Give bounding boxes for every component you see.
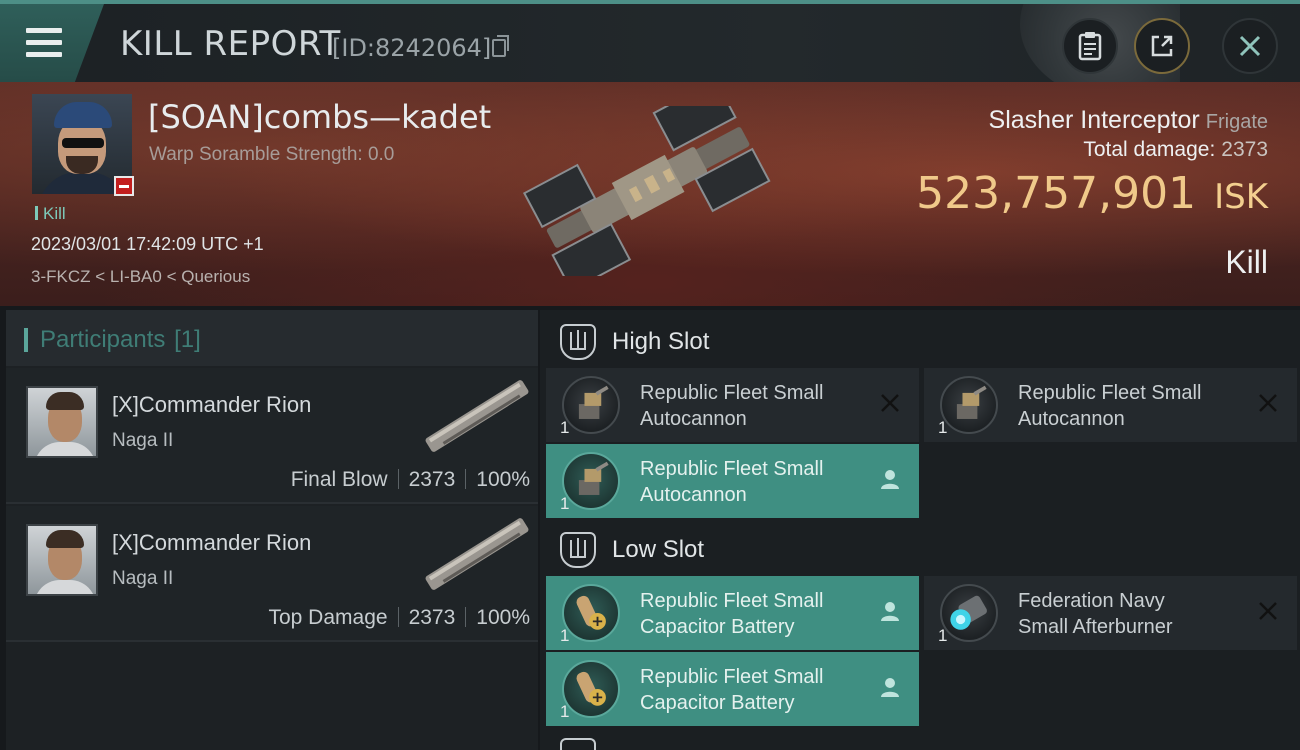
clipboard-icon <box>1078 32 1102 61</box>
capacitor-battery-icon <box>562 660 620 718</box>
participant-name: [X]Commander Rion <box>112 392 312 417</box>
hamburger-icon <box>26 28 62 64</box>
weapon-icon <box>425 518 529 590</box>
high-slot-title: High Slot <box>612 328 710 355</box>
module-quantity: 1 <box>560 702 570 721</box>
module-item[interactable]: 1 Federation Navy Small Afterburner <box>924 576 1297 650</box>
report-button[interactable] <box>1062 18 1118 74</box>
participants-count: [1] <box>174 326 201 353</box>
participant-ship: Naga II <box>112 430 174 451</box>
module-quantity: 1 <box>938 418 948 437</box>
participant-stats: Final Blow 2373 100% <box>291 468 530 492</box>
person-icon <box>881 678 899 697</box>
kill-tag: Kill <box>35 204 66 224</box>
weapon-icon <box>425 380 529 452</box>
participant-row[interactable]: [X]Commander Rion Naga II Top Damage 2373… <box>6 506 538 642</box>
close-icon <box>1239 35 1261 57</box>
module-name: Republic Fleet Small Autocannon <box>640 382 824 430</box>
high-slot-icon <box>560 324 596 360</box>
participant-role: Top Damage <box>268 606 388 629</box>
participant-stats: Top Damage 2373 100% <box>268 606 530 630</box>
isk-unit: ISK <box>1214 177 1268 217</box>
autocannon-icon <box>562 376 620 434</box>
module-quantity: 1 <box>938 626 948 645</box>
share-icon <box>1151 35 1173 57</box>
module-name: Federation Navy Small Afterburner <box>1018 590 1173 638</box>
participant-name: [X]Commander Rion <box>112 530 312 555</box>
close-icon <box>1259 394 1277 412</box>
high-slot-section: High Slot <box>540 312 1300 370</box>
module-name: Republic Fleet Small Autocannon <box>1018 382 1202 430</box>
module-item[interactable]: 1 Republic Fleet Small Autocannon <box>924 368 1297 442</box>
page-title: KILL REPORT <box>120 24 341 64</box>
low-slot-icon <box>560 532 596 568</box>
module-name: Republic Fleet Small Capacitor Battery <box>640 666 824 714</box>
module-item[interactable]: 1 Republic Fleet Small Autocannon <box>546 444 919 518</box>
close-icon <box>881 394 899 412</box>
person-icon <box>881 602 899 621</box>
participant-ship: Naga II <box>112 568 174 589</box>
participants-panel: Participants [1] [X]Commander Rion Naga … <box>6 310 538 750</box>
share-button[interactable] <box>1134 18 1190 74</box>
autocannon-icon <box>562 452 620 510</box>
person-icon <box>881 470 899 489</box>
autocannon-icon <box>940 376 998 434</box>
participants-header[interactable]: Participants [1] <box>6 310 538 366</box>
participant-damage: 2373 <box>408 606 456 629</box>
participant-percent: 100% <box>476 606 530 629</box>
kill-location[interactable]: 3-FKCZ < LI-BA0 < Querious <box>31 267 250 287</box>
module-name: Republic Fleet Small Capacitor Battery <box>640 590 824 638</box>
victim-name[interactable]: [SOAN]combs—kadet <box>148 98 491 136</box>
top-bar: KILL REPORT [ID:8242064] <box>0 0 1300 86</box>
total-damage-label: Total damage: <box>1083 138 1216 161</box>
participant-percent: 100% <box>476 468 530 491</box>
total-damage-value: 2373 <box>1221 138 1268 161</box>
isk-value: 523,757,901 ISK <box>916 168 1268 219</box>
participant-role: Final Blow <box>290 468 388 491</box>
mid-slot-icon <box>560 738 596 750</box>
module-quantity: 1 <box>560 626 570 645</box>
participant-avatar[interactable] <box>26 524 98 596</box>
module-quantity: 1 <box>560 494 570 513</box>
menu-button[interactable] <box>0 4 104 82</box>
participant-damage: 2373 <box>408 468 456 491</box>
capacitor-battery-icon <box>562 584 620 642</box>
ship-class: Frigate <box>1205 111 1268 133</box>
module-item[interactable]: 1 Republic Fleet Small Capacitor Battery <box>546 576 919 650</box>
negative-standing-icon <box>114 176 134 196</box>
kill-datetime: 2023/03/01 17:42:09 UTC +1 <box>31 234 264 254</box>
scramble-strength: Warp Soramble Strength: 0.0 <box>149 144 395 165</box>
ship-type: Slasher Interceptor <box>988 106 1200 134</box>
isk-amount: 523,757,901 <box>916 168 1197 219</box>
participant-row[interactable]: [X]Commander Rion Naga II Final Blow 2373… <box>6 368 538 504</box>
participants-label: Participants [1] <box>24 326 201 354</box>
report-id: [ID:8242064] <box>332 34 492 62</box>
module-item[interactable]: 1 Republic Fleet Small Capacitor Battery <box>546 652 919 726</box>
module-quantity: 1 <box>560 418 570 437</box>
low-slot-section: Low Slot <box>540 520 1300 578</box>
close-icon <box>1259 602 1277 620</box>
module-name: Republic Fleet Small Autocannon <box>640 458 824 506</box>
victim-banner: [SOAN]combs—kadet Warp Soramble Strength… <box>0 82 1300 306</box>
module-item[interactable]: 1 Republic Fleet Small Autocannon <box>546 368 919 442</box>
copy-icon[interactable] <box>492 35 509 57</box>
ship-name[interactable]: Slasher Interceptor Frigate <box>989 106 1268 135</box>
fitting-panel: High Slot 1 Republic Fleet Small Autocann… <box>540 310 1300 750</box>
ship-render <box>522 106 771 276</box>
low-slot-title: Low Slot <box>612 536 705 563</box>
total-damage: Total damage: 2373 <box>1083 138 1268 162</box>
afterburner-icon <box>940 584 998 642</box>
participant-avatar[interactable] <box>26 386 98 458</box>
close-button[interactable] <box>1222 18 1278 74</box>
kill-outcome: Kill <box>1225 244 1268 280</box>
